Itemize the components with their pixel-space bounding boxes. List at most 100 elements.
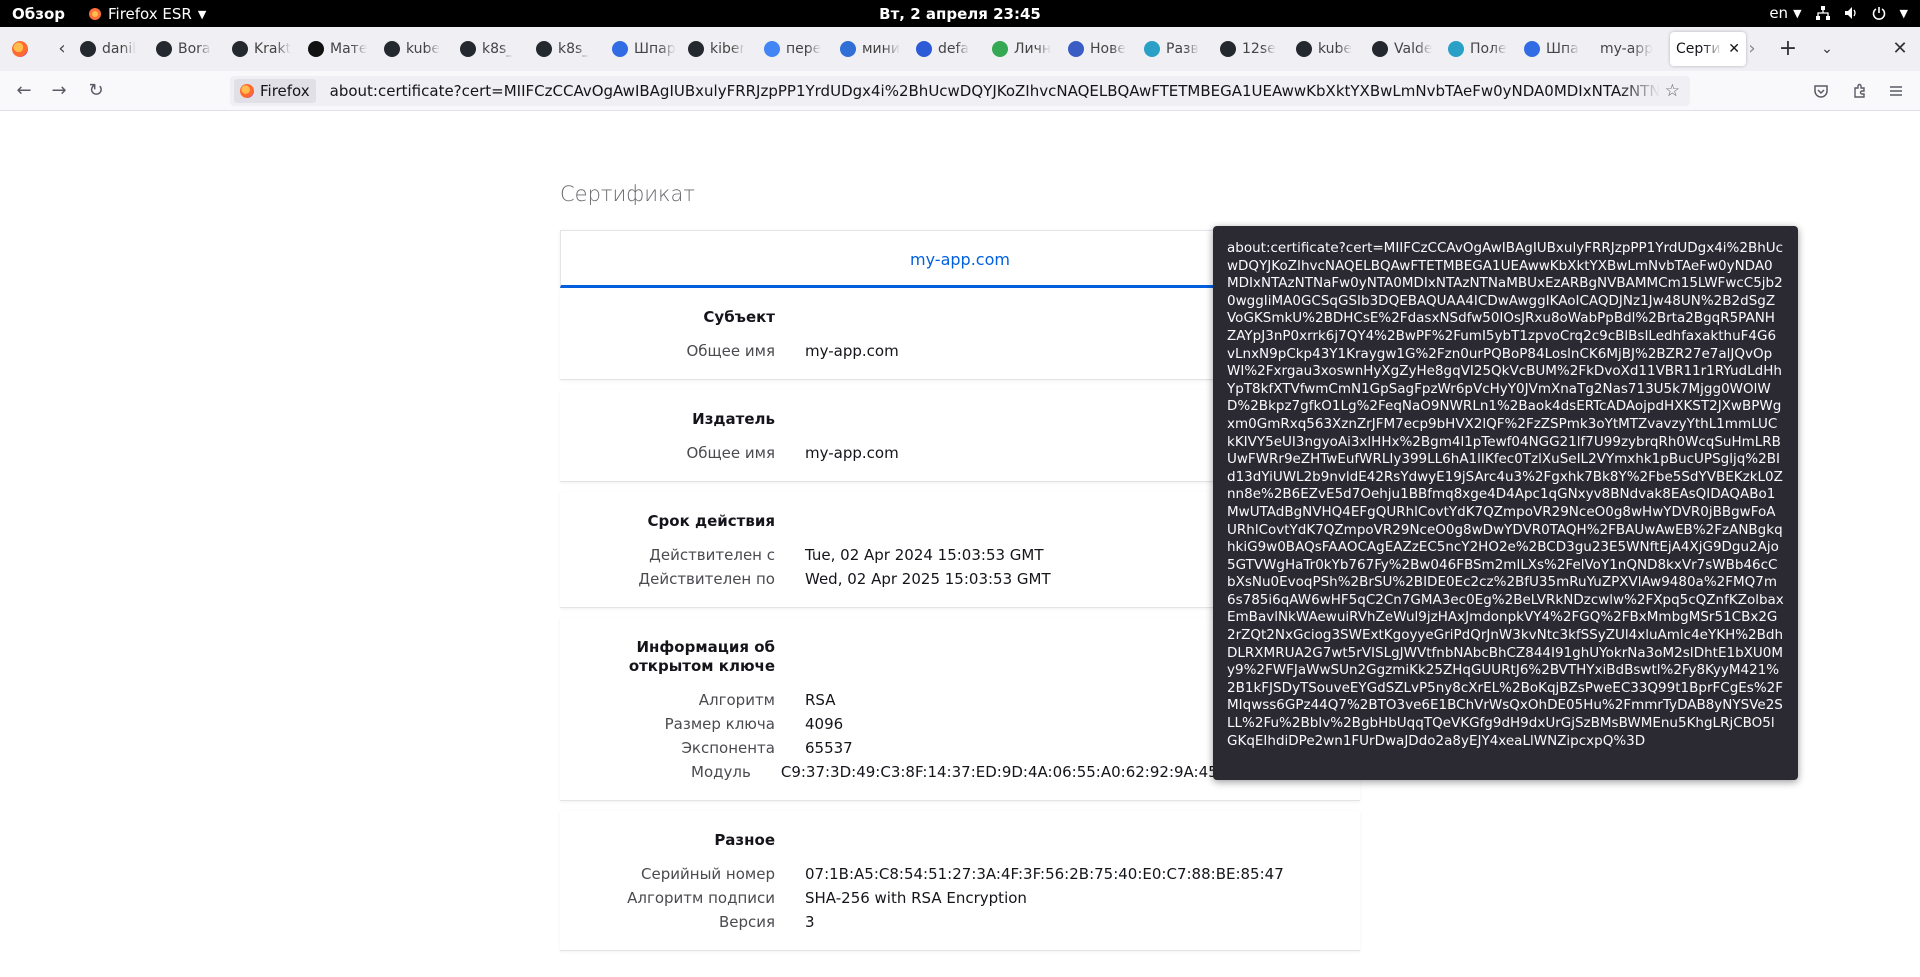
kubernetes-icon xyxy=(1524,41,1540,57)
browser-tab[interactable]: defa xyxy=(910,32,986,66)
github-icon xyxy=(156,41,172,57)
activities-button[interactable]: Обзор xyxy=(12,5,65,23)
chevron-down-icon: ▼ xyxy=(1793,6,1802,20)
close-icon[interactable]: ✕ xyxy=(1728,41,1740,57)
github-icon xyxy=(80,41,96,57)
new-tab-button[interactable]: + xyxy=(1775,36,1801,62)
tab-label: defa xyxy=(938,41,970,57)
browser-tab[interactable]: пере xyxy=(758,32,834,66)
tab-label: Bora xyxy=(178,41,211,57)
tab-label: пере xyxy=(786,41,822,57)
browser-tab[interactable]: my-app xyxy=(1594,32,1670,66)
list-all-tabs-button[interactable]: ⌄ xyxy=(1815,37,1839,61)
tab-label: Личн xyxy=(1014,41,1052,57)
browser-tab[interactable]: kube xyxy=(1290,32,1366,66)
shield-icon xyxy=(840,41,856,57)
firefox-icon xyxy=(89,8,101,20)
menu-icon[interactable] xyxy=(1888,83,1904,99)
certificate-section: Разное Серийный номер 07:1B:A5:C8:54:51:27… xyxy=(560,811,1360,951)
browser-tab[interactable]: k8s_ xyxy=(454,32,530,66)
tab-label: Шпа xyxy=(1546,41,1579,57)
keyboard-layout[interactable]: en ▼ xyxy=(1769,4,1801,22)
tab-label: kube xyxy=(1318,41,1353,57)
tab-label: k8s_ xyxy=(482,41,514,57)
browser-tab[interactable]: Личн xyxy=(986,32,1062,66)
github-icon xyxy=(1372,41,1388,57)
firefox-view-icon[interactable] xyxy=(12,41,28,57)
url-input[interactable]: about:certificate?cert=MIIFCzCCAvOgAwIBA… xyxy=(330,82,1660,100)
browser-tab-active[interactable]: Серти ✕ xyxy=(1670,32,1746,66)
clock[interactable]: Вт, 2 апреля 23:45 xyxy=(879,5,1041,23)
power-icon[interactable] xyxy=(1872,6,1886,20)
section-heading: Разное xyxy=(560,831,1360,850)
info-key: Размер ключа xyxy=(664,715,775,733)
info-value: Tue, 02 Apr 2024 15:03:53 GMT xyxy=(805,546,1044,564)
yandex-cloud-icon xyxy=(916,41,932,57)
app-icon xyxy=(1448,41,1464,57)
browser-tab[interactable]: Мате xyxy=(302,32,378,66)
github-icon xyxy=(460,41,476,57)
browser-tab[interactable]: Шпа xyxy=(1518,32,1594,66)
browser-tab[interactable]: Нове xyxy=(1062,32,1138,66)
info-value: my-app.com xyxy=(805,444,899,462)
tab-label: Поле xyxy=(1470,41,1507,57)
window-close-button[interactable]: ✕ xyxy=(1888,37,1912,61)
info-row: Версия 3 xyxy=(560,910,1360,934)
tab-label: Разв xyxy=(1166,41,1199,57)
tab-label: Valde xyxy=(1394,41,1433,57)
app-icon xyxy=(1144,41,1160,57)
network-icon[interactable] xyxy=(1815,6,1830,20)
section-heading-label: Издатель xyxy=(692,410,775,428)
identity-box[interactable]: Firefox xyxy=(234,79,316,103)
browser-tab[interactable]: мини xyxy=(834,32,910,66)
browser-tab[interactable]: Поле xyxy=(1442,32,1518,66)
browser-tab[interactable]: danil xyxy=(74,32,150,66)
page-content: Сертификат my-app.com Субъект Общее имя my… xyxy=(0,112,1920,977)
browser-tab[interactable]: Разв xyxy=(1138,32,1214,66)
info-value: 65537 xyxy=(805,739,853,757)
app-menu-label: Firefox ESR xyxy=(108,5,192,23)
chevron-down-icon[interactable]: ▼ xyxy=(1900,7,1908,20)
browser-tab[interactable]: Krakt xyxy=(226,32,302,66)
tab-label: Нове xyxy=(1090,41,1126,57)
url-bar[interactable]: Firefox about:certificate?cert=MIIFCzCCA… xyxy=(230,76,1690,106)
keyboard-layout-label: en xyxy=(1769,4,1789,22)
tab-label: Шпар xyxy=(634,41,676,57)
chevron-right-icon[interactable]: › xyxy=(1740,37,1764,61)
info-value: 3 xyxy=(805,913,815,931)
browser-tab[interactable]: 12se xyxy=(1214,32,1290,66)
volume-icon[interactable] xyxy=(1844,6,1858,20)
app-menu[interactable]: Firefox ESR ▼ xyxy=(88,5,206,23)
info-value: 07:1B:A5:C8:54:51:27:3A:4F:3F:56:2B:75:4… xyxy=(805,865,1284,883)
info-key: Экспонента xyxy=(681,739,775,757)
reload-button[interactable]: ↻ xyxy=(84,79,108,103)
github-icon xyxy=(536,41,552,57)
forward-button[interactable]: → xyxy=(47,79,71,103)
browser-tab[interactable]: kiber xyxy=(682,32,758,66)
section-heading-label: Информация об открытом ключе xyxy=(628,638,775,675)
browser-tab[interactable]: kube xyxy=(378,32,454,66)
tab-label: Krakt xyxy=(254,41,292,57)
info-key: Алгоритм xyxy=(698,691,775,709)
browser-tab[interactable]: Bora xyxy=(150,32,226,66)
pocket-icon[interactable] xyxy=(1813,83,1829,99)
back-button[interactable]: ← xyxy=(12,79,36,103)
section-heading-label: Разное xyxy=(714,831,775,849)
chevron-down-icon: ▼ xyxy=(197,7,207,21)
info-row: Алгоритм подписи SHA-256 with RSA Encrypt… xyxy=(560,886,1360,910)
info-key: Версия xyxy=(718,913,775,931)
chevron-left-icon[interactable]: ‹ xyxy=(50,37,74,61)
browser-tab[interactable]: Valde xyxy=(1366,32,1442,66)
browser-tab[interactable]: Шпар xyxy=(606,32,682,66)
info-key: Алгоритм подписи xyxy=(627,889,775,907)
extensions-icon[interactable] xyxy=(1852,83,1868,99)
bookmark-star-icon[interactable]: ☆ xyxy=(1665,81,1680,101)
info-value: Wed, 02 Apr 2025 15:03:53 GMT xyxy=(805,570,1051,588)
identity-label: Firefox xyxy=(260,82,310,100)
browser-tab[interactable]: k8s_ xyxy=(530,32,606,66)
url-tooltip: about:certificate?cert=MIIFCzCCAvOgAwIBA… xyxy=(1213,226,1798,780)
kubernetes-icon xyxy=(612,41,628,57)
github-icon xyxy=(384,41,400,57)
github-icon xyxy=(1296,41,1312,57)
navigation-toolbar: ← → ↻ Firefox about:certificate?cert=MII… xyxy=(0,71,1920,111)
